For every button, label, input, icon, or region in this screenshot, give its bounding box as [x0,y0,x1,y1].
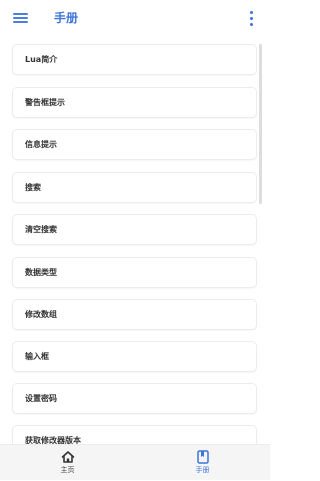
list-item[interactable]: 输入框 [12,341,257,372]
list-item-label: Lua简介 [25,55,58,64]
list-item[interactable]: 信息提示 [12,129,257,160]
list-item[interactable]: 修改数组 [12,299,257,330]
more-vertical-icon[interactable] [250,11,254,26]
list-item-label: 搜索 [25,183,41,192]
list-item-label: 清空搜索 [25,225,57,234]
bottom-nav: 主页 手册 [0,444,270,480]
list-item-label: 警告框提示 [25,98,65,107]
book-icon [196,450,209,464]
scrollbar[interactable] [259,44,262,204]
page-title: 手册 [54,11,79,25]
list-item-label: 修改数组 [25,310,57,319]
bottom-nav-home-label: 主页 [60,466,75,474]
hamburger-menu-icon[interactable] [13,13,28,24]
list-item-label: 信息提示 [25,140,57,149]
list-item-label: 输入框 [25,352,49,361]
list-item-label: 获取修改器版本 [25,436,81,444]
app-bar: 手册 [0,0,270,36]
list-item[interactable]: 搜索 [12,172,257,203]
list-item[interactable]: 清空搜索 [12,214,257,245]
list-item[interactable]: 警告框提示 [12,87,257,118]
list-item[interactable]: 数据类型 [12,257,257,288]
bottom-nav-manual[interactable]: 手册 [135,445,270,481]
list-item[interactable]: 设置密码 [12,383,257,414]
bottom-nav-home[interactable]: 主页 [0,445,135,481]
manual-list-container[interactable]: Lua简介 警告框提示 信息提示 搜索 清空搜索 数据类型 修改数组 输入框 设… [0,36,270,444]
list-item[interactable]: 获取修改器版本 [12,425,257,444]
list-item[interactable]: Lua简介 [12,44,257,75]
list-item-label: 设置密码 [25,394,57,403]
home-icon [61,451,74,463]
list-item-label: 数据类型 [25,268,57,277]
bottom-nav-manual-label: 手册 [195,466,210,474]
